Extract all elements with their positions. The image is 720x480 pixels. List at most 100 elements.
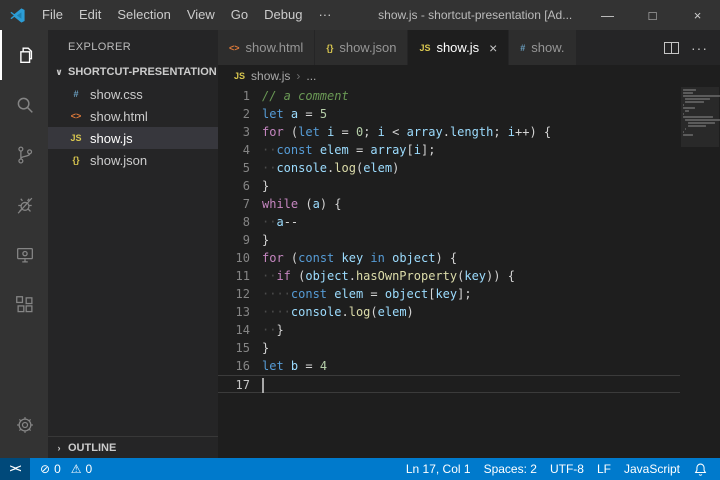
menu-debug[interactable]: Debug [256,0,310,30]
main-area: EXPLORER ∨ SHORTCUT-PRESENTATION #show.c… [0,30,720,458]
status-javascript[interactable]: JavaScript [624,462,680,476]
split-editor-icon[interactable] [664,42,679,54]
file-item-show-css[interactable]: #show.css [48,83,218,105]
menu-view[interactable]: View [179,0,223,30]
code-token: ++) { [515,125,551,139]
code-line[interactable]: 8··a-- [218,213,680,231]
code-token: ( [284,125,298,139]
line-number: 10 [218,249,250,267]
explorer-icon[interactable] [0,30,48,80]
code-token: ( [370,305,377,319]
code-text: ··console.log(elem) [250,159,399,177]
status-utf-8[interactable]: UTF-8 [550,462,584,476]
code-line[interactable]: 15} [218,339,680,357]
json-file-icon: {} [68,155,84,165]
code-token [284,107,291,121]
js-file-icon: JS [419,43,430,53]
code-line[interactable]: 4··const elem = array[i]; [218,141,680,159]
code-line[interactable]: 11··if (object.hasOwnProperty(key)) { [218,267,680,285]
minimap-line [683,89,696,91]
more-actions-icon[interactable]: ··· [691,40,708,56]
remote-indicator-icon[interactable]: >< [0,458,30,480]
file-item-show-js[interactable]: JS show.js [48,127,218,149]
outline-section-header[interactable]: › OUTLINE [48,436,218,458]
code-line[interactable]: 17 [218,375,680,393]
code-token: . [349,269,356,283]
code-token: ( [298,197,312,211]
minimap-line [683,134,693,136]
code-line[interactable]: 10for (const key in object) { [218,249,680,267]
maximize-button[interactable]: □ [630,0,675,30]
close-button[interactable]: × [675,0,720,30]
menu-selection[interactable]: Selection [109,0,178,30]
source-control-icon[interactable] [0,130,48,180]
code-token: ···· [262,305,291,319]
line-number: 2 [218,105,250,123]
menu-more[interactable]: ··· [310,0,339,30]
status-lf[interactable]: LF [597,462,611,476]
code-text: let a = 5 [250,105,327,123]
code-line[interactable]: 9} [218,231,680,249]
code-line[interactable]: 6} [218,177,680,195]
css-file-icon: # [68,89,84,99]
line-number: 15 [218,339,250,357]
code-token: a [313,197,320,211]
menu-edit[interactable]: Edit [71,0,109,30]
extensions-icon[interactable] [0,280,48,330]
problems-status[interactable]: ⊘ 0 ⚠ 0 [30,462,102,476]
folder-section-header[interactable]: ∨ SHORTCUT-PRESENTATION [48,61,218,83]
code-line[interactable]: 5··console.log(elem) [218,159,680,177]
chevron-down-icon: ∨ [52,67,66,78]
breadcrumb-symbol[interactable]: ... [306,69,316,83]
status-ln-17-col-1[interactable]: Ln 17, Col 1 [406,462,471,476]
tab-show-html[interactable]: <>show.html [218,30,315,65]
close-tab-icon[interactable]: × [489,40,497,56]
file-item-show-html[interactable]: <>show.html [48,105,218,127]
file-name: show.js [90,131,133,146]
code-token: log [349,305,371,319]
file-item-show-json[interactable]: {}show.json [48,149,218,171]
debug-icon[interactable] [0,180,48,230]
search-icon[interactable] [0,80,48,130]
tab-show[interactable]: #show. [509,30,576,65]
code-line[interactable]: 14··} [218,321,680,339]
code-token [284,359,291,373]
minimap-line [683,104,684,106]
code-token: elem [320,143,349,157]
code-editor[interactable]: 1// a comment2let a = 53for (let i = 0; … [218,87,720,458]
bell-icon[interactable] [693,462,708,477]
code-line[interactable]: 1// a comment [218,87,680,105]
minimize-button[interactable]: — [585,0,630,30]
code-line[interactable]: 13····console.log(elem) [218,303,680,321]
line-number: 3 [218,123,250,141]
code-area: 1// a comment2let a = 53for (let i = 0; … [218,87,680,458]
breadcrumb-file[interactable]: show.js [251,69,290,83]
code-token [320,125,327,139]
code-token: let [262,359,284,373]
status-spaces-2[interactable]: Spaces: 2 [484,462,537,476]
code-line[interactable]: 2let a = 5 [218,105,680,123]
code-line[interactable]: 7while (a) { [218,195,680,213]
remote-explorer-icon[interactable] [0,230,48,280]
code-token: < [385,125,407,139]
js-file-icon: JS [68,133,84,143]
code-token: for [262,251,284,265]
settings-gear-icon[interactable] [0,400,48,450]
code-line[interactable]: 16let b = 4 [218,357,680,375]
menu-go[interactable]: Go [223,0,256,30]
minimap-line [683,113,684,115]
code-text: ··const elem = array[i]; [250,141,435,159]
code-token: i [414,143,421,157]
tab-show-json[interactable]: {}show.json [315,30,408,65]
code-token: ( [284,251,298,265]
code-text: while (a) { [250,195,342,213]
code-token: length [450,125,493,139]
code-token: a [276,215,283,229]
code-line[interactable]: 12····const elem = object[key]; [218,285,680,303]
minimap[interactable] [683,89,717,140]
code-text: let b = 4 [250,357,327,375]
tab-show-js[interactable]: JSshow.js× [408,30,509,65]
code-line[interactable]: 3for (let i = 0; i < array.length; i++) … [218,123,680,141]
menu-file[interactable]: File [34,0,71,30]
text-cursor [262,378,264,393]
